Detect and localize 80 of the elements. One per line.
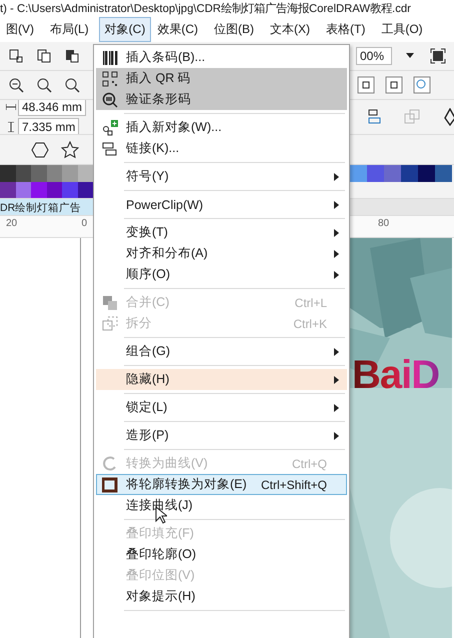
ruler-label: 20 <box>6 218 18 229</box>
width-icon <box>6 104 16 110</box>
menu-item[interactable]: 顺序(O) <box>96 264 347 285</box>
menu-item[interactable]: 锁定(L) <box>96 397 347 418</box>
menu-title[interactable]: 位图(B) <box>208 17 260 42</box>
color-swatch[interactable] <box>78 165 93 182</box>
color-swatch[interactable] <box>401 165 418 182</box>
submenu-arrow-icon <box>334 404 339 412</box>
fullscreen-icon[interactable] <box>428 46 448 66</box>
menu-title[interactable]: 表格(T) <box>320 17 372 42</box>
menu-item[interactable]: 链接(K)... <box>96 138 347 159</box>
menu-item[interactable]: 叠印轮廓(O) <box>96 544 347 565</box>
node-icon[interactable] <box>384 74 404 95</box>
menu-item[interactable]: 变换(T) <box>96 222 347 243</box>
barcode-icon <box>102 50 118 66</box>
window-title: t) - C:\Users\Administrator\Desktop\jpg\CDR绘制灯箱广告海报CorelDRAW教程.cdr <box>0 1 411 16</box>
color-swatch[interactable] <box>31 165 46 182</box>
menu-item[interactable]: 造形(P) <box>96 425 347 446</box>
zoom-field[interactable]: 00% <box>356 46 392 65</box>
menu-title[interactable]: 文本(X) <box>264 17 316 42</box>
linked-object-icon <box>102 140 118 156</box>
submenu-arrow-icon <box>334 432 339 440</box>
menu-item[interactable]: 验证条形码 <box>96 89 347 110</box>
color-swatch[interactable] <box>46 182 62 198</box>
submenu-arrow-icon <box>334 348 339 356</box>
color-swatch[interactable] <box>350 165 367 182</box>
menu-item[interactable]: 插入条码(B)... <box>96 47 347 68</box>
submenu-arrow-icon <box>334 270 339 278</box>
shortcut-text: Ctrl+Q <box>292 456 327 470</box>
color-swatch[interactable] <box>384 165 401 182</box>
menu-item[interactable]: 对象提示(H) <box>96 586 347 607</box>
shortcut-text: Ctrl+K <box>293 316 327 330</box>
color-swatch[interactable] <box>16 182 31 198</box>
hexagon-icon[interactable] <box>30 140 50 160</box>
color-swatch[interactable] <box>0 182 16 198</box>
split-squares-icon <box>102 316 118 332</box>
node-icon[interactable] <box>356 74 376 95</box>
menu-title[interactable]: 对象(C) <box>98 17 152 42</box>
menu-item[interactable]: 插入新对象(W)... <box>96 117 347 138</box>
ruler-label: 0 <box>81 218 87 229</box>
submenu-arrow-icon <box>334 200 339 208</box>
color-swatch[interactable] <box>78 182 93 198</box>
color-swatch[interactable] <box>367 165 384 182</box>
ruler-label: 80 <box>378 218 390 229</box>
submenu-arrow-icon <box>334 376 339 384</box>
height-field[interactable]: 7.335 mm <box>18 118 80 134</box>
overlapping-squares-icon <box>102 294 118 310</box>
width-field[interactable]: 48.346 mm <box>18 100 86 116</box>
menu-item[interactable]: 对齐和分布(A) <box>96 243 347 264</box>
star-icon[interactable] <box>60 140 80 160</box>
menu-item[interactable]: 将轮廓转换为对象(E) Ctrl+Shift+Q <box>96 474 347 495</box>
color-swatch[interactable] <box>435 165 452 182</box>
color-swatch[interactable] <box>418 165 435 182</box>
menu-item[interactable]: 组合(G) <box>96 341 347 362</box>
menu-item[interactable]: PowerClip(W) <box>96 194 347 215</box>
color-swatch[interactable] <box>31 182 46 198</box>
shortcut-text: Ctrl+L <box>294 296 327 310</box>
magnifier-icon <box>102 92 118 108</box>
frame-icon <box>102 476 118 492</box>
menu-item[interactable]: 插入 QR 码 <box>96 68 347 89</box>
color-swatch[interactable] <box>0 165 16 182</box>
circle-node-icon[interactable] <box>412 74 432 95</box>
curve-icon <box>102 456 118 472</box>
menu-title[interactable]: 图(V) <box>0 17 40 42</box>
color-swatch[interactable] <box>62 165 78 182</box>
submenu-arrow-icon <box>334 172 339 180</box>
color-swatch[interactable] <box>62 182 78 198</box>
menu-title[interactable]: 效果(C) <box>151 17 204 42</box>
submenu-arrow-icon <box>334 250 339 258</box>
menu-item[interactable]: 隐藏(H) <box>96 369 347 390</box>
color-swatch[interactable] <box>16 165 31 182</box>
shortcut-text: Ctrl+Shift+Q <box>260 478 327 492</box>
document-tab[interactable]: DR绘制灯箱广告 <box>0 198 93 215</box>
shapes-plus-icon <box>102 120 118 136</box>
qr-code-icon <box>102 70 118 86</box>
menu-title[interactable]: 工具(O) <box>375 17 429 42</box>
color-swatch[interactable] <box>46 165 62 182</box>
menu-title[interactable]: 布局(L) <box>44 17 95 42</box>
height-icon <box>6 122 16 132</box>
submenu-arrow-icon <box>334 228 339 236</box>
